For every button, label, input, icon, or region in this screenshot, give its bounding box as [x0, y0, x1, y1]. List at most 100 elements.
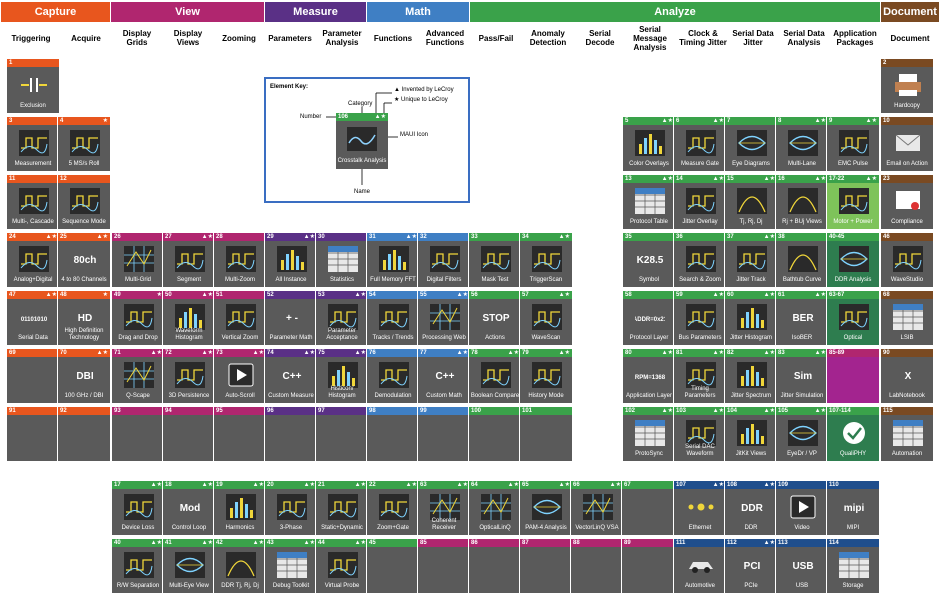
element-name: Control Loop [171, 525, 207, 531]
element-number: 52 [267, 292, 274, 298]
table-icon [893, 420, 923, 446]
element-mark: ▲★ [252, 482, 264, 488]
element-number: 107-114 [829, 408, 851, 414]
element-name: Drag and Drop [118, 335, 158, 341]
dots-icon [686, 494, 716, 520]
wave-icon [175, 246, 205, 272]
element-number: 114 [829, 540, 839, 546]
wave-icon [70, 188, 100, 214]
bars-icon [635, 130, 665, 156]
element-number: 109 [778, 482, 789, 488]
element-number: 88 [573, 540, 580, 546]
element-number: 37 [727, 234, 734, 240]
element-name: DDR [744, 525, 758, 531]
element-tile: 64 ▲★ OpticalLinQ [468, 480, 522, 536]
element-mark: ▲★ [201, 292, 213, 298]
element-number: 108 [727, 482, 738, 488]
element-tile: 55 ▲★ Processing Web [417, 290, 471, 346]
element-name: Digital Filters [426, 277, 462, 283]
element-tile: 47 ▲★ 01101010 Serial Data [6, 290, 60, 346]
subcategory-label: Display Views [173, 29, 203, 47]
element-name: Motor + Power [833, 219, 873, 225]
element-number: 19 [216, 482, 223, 488]
element-mark: ▲★ [712, 292, 724, 298]
element-mark: ▲★ [45, 292, 57, 298]
element-tile: 92 [57, 406, 111, 462]
element-name: WaveScan [531, 335, 561, 341]
element-number: 51 [216, 292, 223, 298]
element-number: 68 [883, 292, 890, 298]
svg-text:DDR: DDR [741, 503, 763, 514]
element-tile: 3 Measurement [6, 116, 60, 172]
element-tile: 58 ADDR=0x21 Protocol Layer [622, 290, 676, 346]
element-tile: 33 Mask Test [468, 232, 522, 288]
subcategory-label: Parameter Analysis [322, 29, 362, 47]
element-number: 60 [727, 292, 734, 298]
element-name: Tracks / Trends [372, 335, 414, 341]
element-number: 78 [471, 350, 478, 356]
element-name: Jitter Overlay [682, 219, 718, 225]
text-icon: X [893, 362, 923, 388]
element-tile: 28 Multi-Zoom [213, 232, 267, 288]
element-tile: 48 ★ HD High Definition Technology [57, 290, 111, 346]
svg-text:STOP: STOP [482, 313, 509, 324]
element-name: Automation [891, 451, 923, 457]
element-number: 66 [573, 482, 580, 488]
element-name: Custom Math [426, 393, 462, 399]
element-tile: 109 Video [775, 480, 829, 536]
element-number: 90 [883, 350, 890, 356]
element-tile: 94 [162, 406, 216, 462]
element-mark: ▲★ [201, 540, 213, 546]
element-name: Device Loss [121, 525, 155, 531]
element-tile: 59 ▲★ Bus Parameters [673, 290, 727, 346]
element-tile: 52 + - Parameter Math [264, 290, 318, 346]
subcategory-label: Application Packages [833, 29, 877, 47]
element-tile: 67 [621, 480, 675, 536]
wave-icon [686, 130, 716, 156]
element-name: WaveStudio [890, 277, 924, 283]
element-tile: 45 [366, 538, 420, 594]
element-name: Segment [176, 277, 201, 283]
element-name: Timing Parameters [684, 386, 716, 399]
exclusion-icon [19, 72, 49, 98]
eye-icon [175, 552, 205, 578]
element-name: Optical [843, 335, 863, 341]
element-tile: 76 Demodulation [366, 348, 420, 404]
element-number: 49 [114, 292, 121, 298]
element-number: 7 [727, 118, 731, 124]
svg-text:X: X [905, 371, 912, 382]
element-mark: ▲★ [712, 482, 724, 488]
element-mark: ▲★ [609, 482, 621, 488]
element-name: Histicon/ Histogram [328, 386, 356, 399]
element-number: 74 [267, 350, 274, 356]
element-number: 91 [9, 408, 16, 414]
element-name: Zoom+Gate [377, 525, 409, 531]
element-number: 40 [114, 540, 121, 546]
element-tile: 35 K28.5 Symbol [622, 232, 676, 288]
element-name: LabNotebook [889, 393, 925, 399]
element-tile: 49 ★ Drag and Drop [111, 290, 165, 346]
wave-icon [175, 362, 205, 388]
element-mark: ▲★ [814, 176, 826, 182]
text-icon: 01101010 [19, 304, 49, 330]
element-number: 8 [778, 118, 782, 124]
wave-icon [19, 130, 49, 156]
grid-icon [430, 304, 460, 330]
element-name: Jitter Simulation [780, 393, 824, 399]
element-tile: 1 Exclusion [6, 58, 60, 114]
element-tile: 75 ▲★ Histicon/ Histogram [315, 348, 369, 404]
element-tile: 68 LSIB [880, 290, 934, 346]
wave-icon [19, 246, 49, 272]
element-tile: 22 ▲★ Zoom+Gate [366, 480, 420, 536]
element-tile: 108 ▲★ DDR DDR [724, 480, 778, 536]
element-tile: 86 [468, 538, 522, 594]
element-number: 1 [9, 60, 13, 66]
wave-icon [328, 304, 358, 330]
element-tile: 105 ▲★ EyeDr / VP [775, 406, 829, 462]
element-mark: ▲★ [96, 234, 108, 240]
element-number: 20 [267, 482, 274, 488]
element-name: Multi-Grid [124, 277, 151, 283]
element-number: 40-45 [829, 234, 845, 240]
element-tile: 56 STOP Actions [468, 290, 522, 346]
wave-icon [737, 246, 767, 272]
